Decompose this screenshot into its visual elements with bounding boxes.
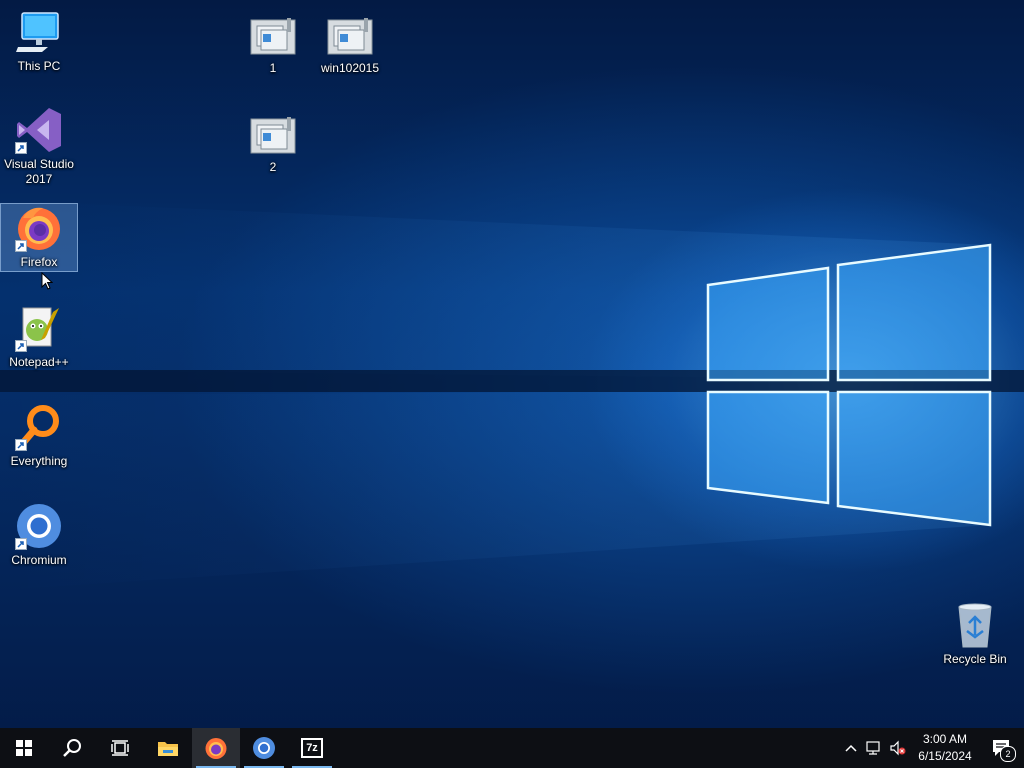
desktop-icon-vm-win102015[interactable]: win102015 (312, 14, 388, 76)
start-button[interactable] (0, 728, 48, 768)
shortcut-arrow-icon (15, 439, 27, 451)
taskbar-firefox[interactable] (192, 728, 240, 768)
chromium-icon (253, 737, 275, 759)
desktop-icon-label: Visual Studio 2017 (4, 157, 74, 186)
firefox-icon (205, 738, 227, 759)
desktop-icon-label: Recycle Bin (943, 652, 1007, 666)
system-tray: 3:00 AM 6/15/2024 2 (840, 728, 1024, 768)
desktop-icon-vm-2[interactable]: 2 (235, 113, 311, 175)
task-view-button[interactable] (96, 728, 144, 768)
desktop-icon-vm-1[interactable]: 1 (235, 14, 311, 76)
taskbar-file-explorer[interactable] (144, 728, 192, 768)
notepadpp-icon (15, 304, 63, 352)
desktop-icon-label: 2 (269, 160, 277, 174)
7zip-icon: 7z (301, 738, 323, 758)
vm-file-icon (249, 14, 297, 58)
vm-file-icon (326, 14, 374, 58)
shortcut-arrow-icon (15, 240, 27, 252)
desktop-icon-label: Chromium (11, 553, 67, 567)
firefox-icon (15, 204, 63, 252)
desktop-icon-this-pc[interactable]: This PC (1, 8, 77, 78)
desktop-icon-visual-studio[interactable]: Visual Studio 2017 (1, 106, 77, 188)
desktop-icon-everything[interactable]: Everything (1, 403, 77, 473)
desktop-icon-recycle-bin[interactable]: Recycle Bin (937, 601, 1013, 671)
chevron-up-icon (845, 744, 857, 752)
search-button[interactable] (48, 728, 96, 768)
desktop-icon-firefox[interactable]: Firefox (0, 203, 78, 272)
shortcut-arrow-icon (15, 538, 27, 550)
visual-studio-icon (15, 106, 63, 154)
taskbar: 7z 3:00 AM 6/15/2024 2 (0, 728, 1024, 768)
wallpaper-logo (0, 200, 1024, 590)
volume-muted-icon (890, 740, 906, 756)
desktop-icon-chromium[interactable]: Chromium (1, 502, 77, 572)
mouse-cursor-icon (41, 272, 53, 290)
taskbar-7zip[interactable]: 7z (288, 728, 336, 768)
chromium-icon (15, 502, 63, 550)
show-hidden-icons-button[interactable] (840, 728, 862, 768)
clock[interactable]: 3:00 AM 6/15/2024 (910, 731, 980, 765)
volume-button[interactable] (886, 728, 910, 768)
action-center-button[interactable]: 2 (980, 728, 1024, 768)
task-view-icon (111, 740, 129, 756)
vm-file-icon (249, 113, 297, 157)
shortcut-arrow-icon (15, 340, 27, 352)
desktop-icon-label: Firefox (20, 255, 58, 269)
recycle-bin-icon (951, 601, 999, 649)
desktop-icon-label: Notepad++ (9, 355, 69, 369)
taskbar-chromium[interactable] (240, 728, 288, 768)
desktop-icon-label: This PC (17, 59, 61, 73)
windows-logo-icon (16, 740, 32, 756)
computer-icon (15, 8, 63, 56)
7zip-icon-label: 7z (306, 742, 318, 754)
notification-count-badge: 2 (1000, 746, 1016, 762)
desktop-icon-label: Everything (10, 454, 68, 468)
network-icon (866, 741, 880, 755)
search-icon (63, 739, 81, 757)
clock-date: 6/15/2024 (918, 749, 972, 763)
clock-time: 3:00 AM (922, 732, 968, 746)
desktop-icon-label: 1 (269, 61, 277, 75)
everything-icon (15, 403, 63, 451)
desktop-icon-label: win102015 (320, 61, 380, 75)
desktop-icon-notepadpp[interactable]: Notepad++ (1, 304, 77, 374)
network-button[interactable] (862, 728, 886, 768)
shortcut-arrow-icon (15, 142, 27, 154)
folder-icon (158, 742, 178, 756)
